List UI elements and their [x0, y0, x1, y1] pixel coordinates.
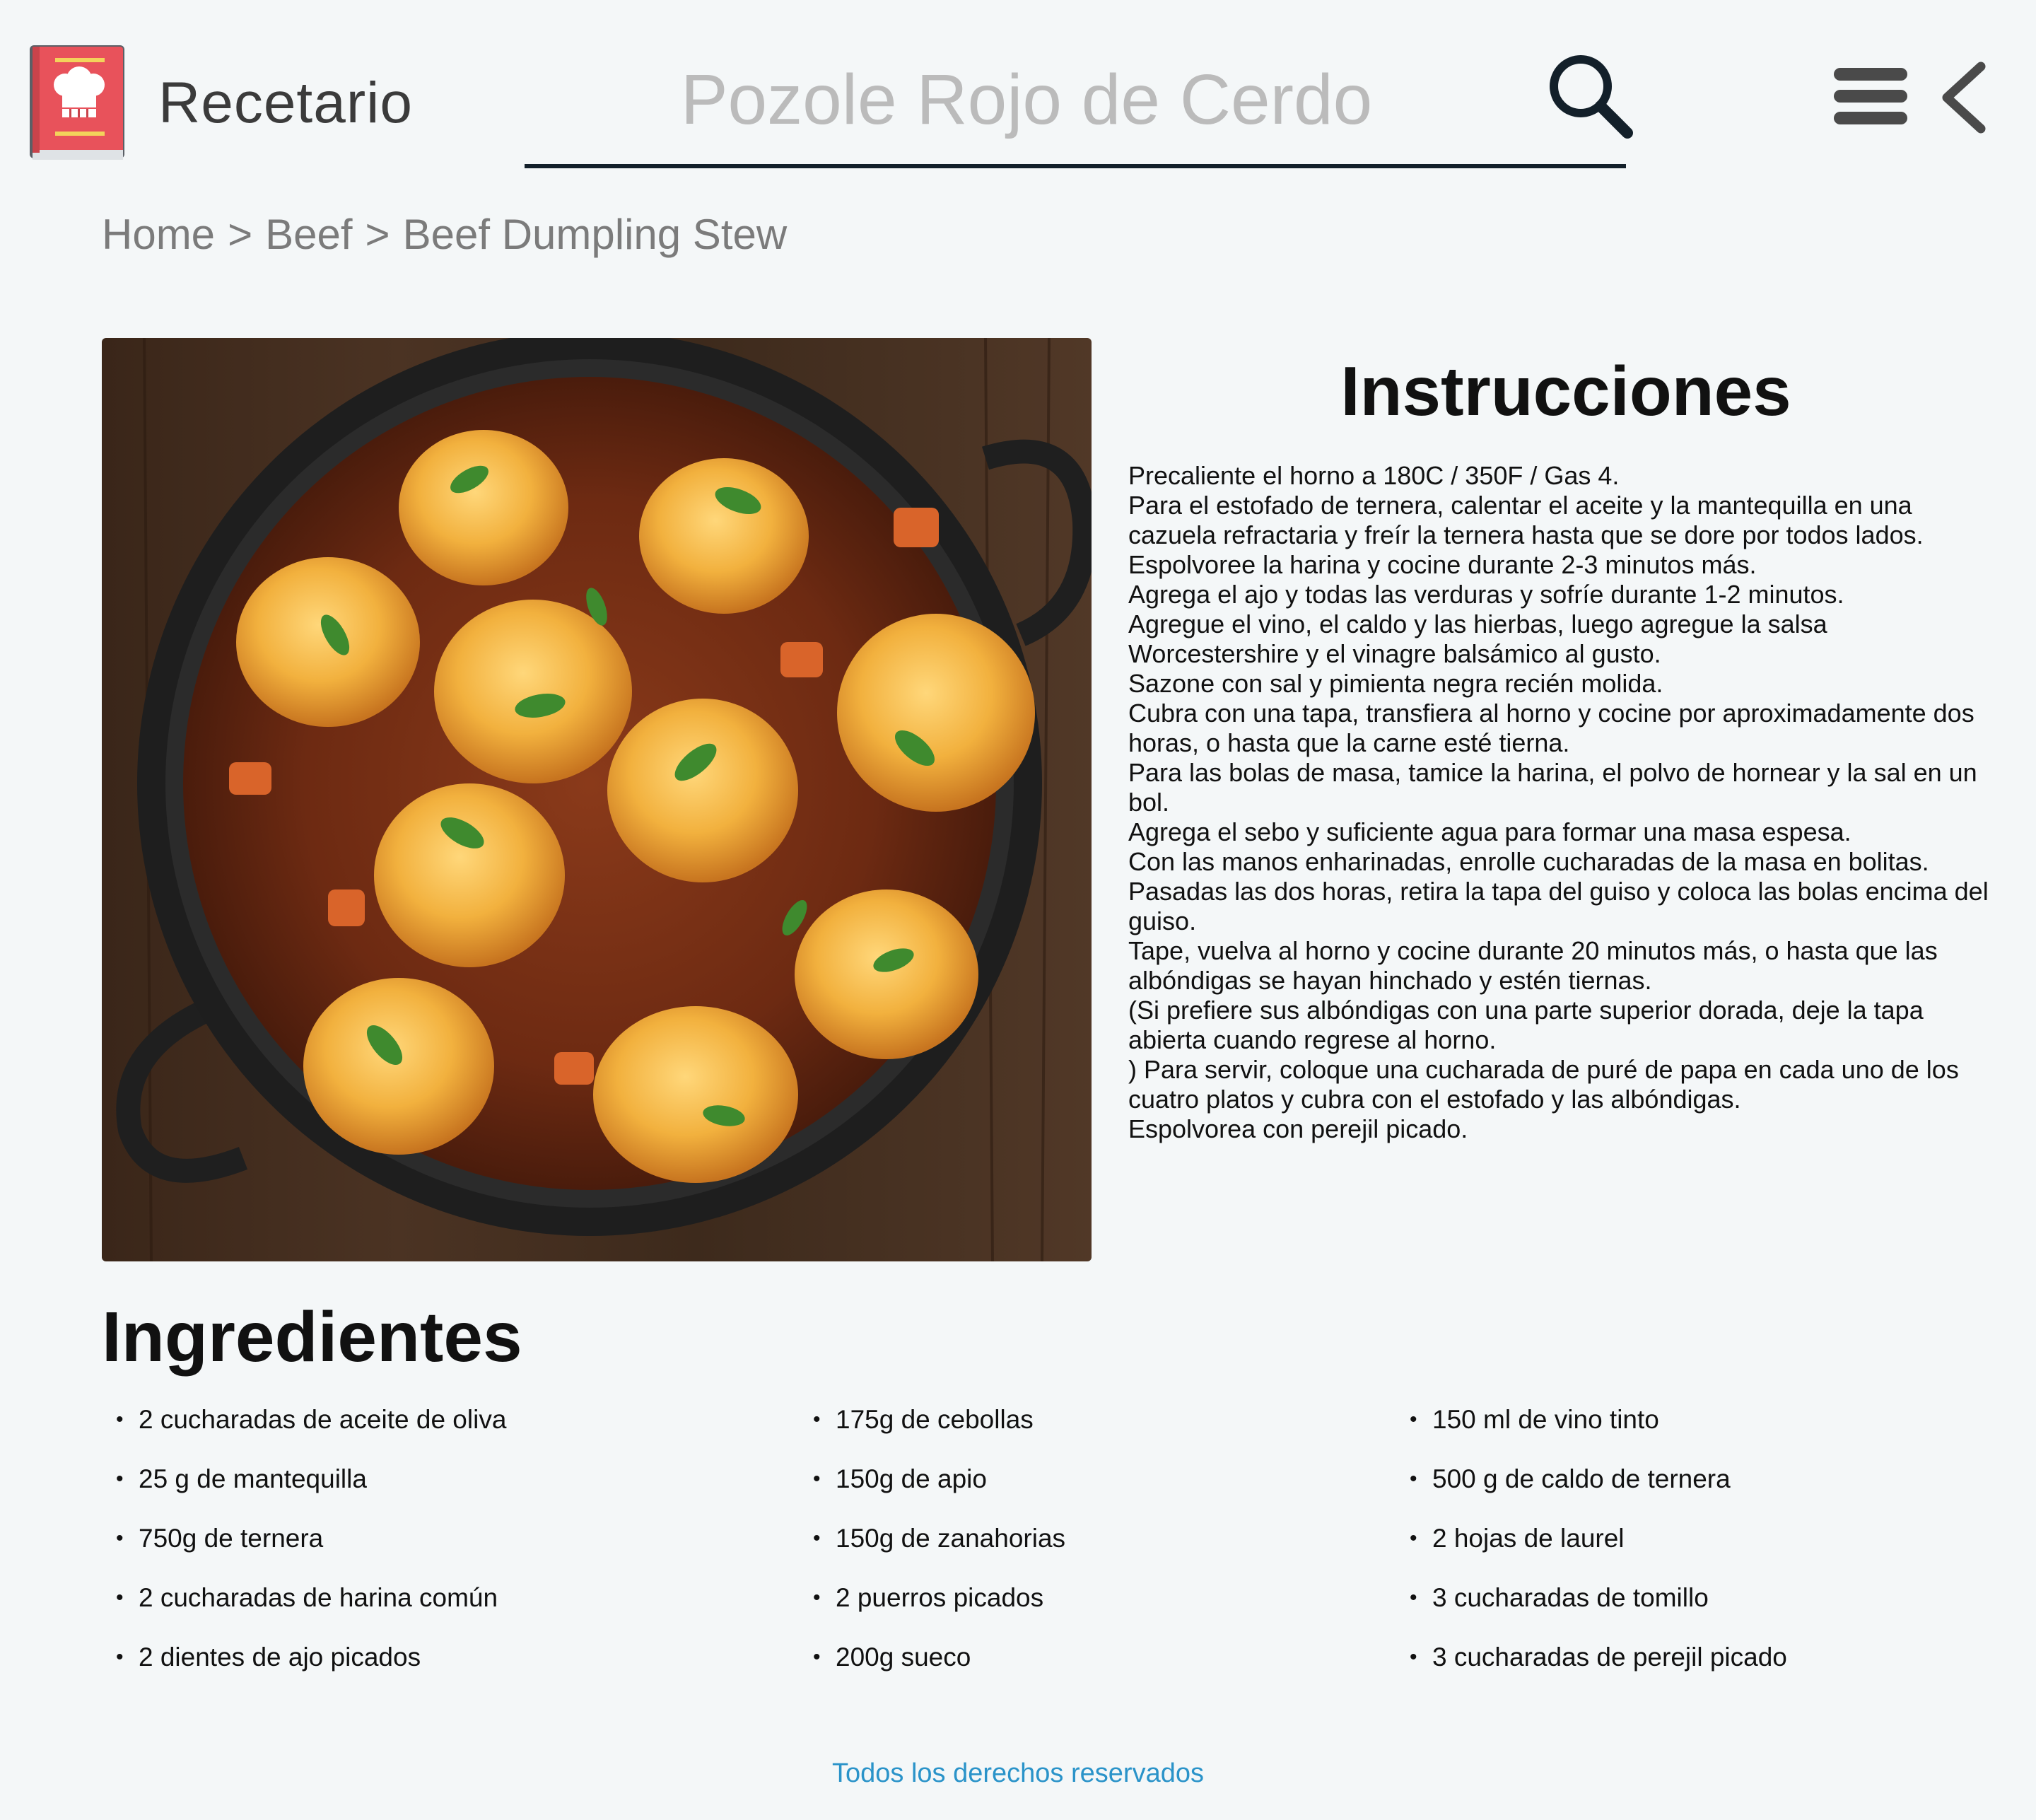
ingredients-column-3: 150 ml de vino tinto 500 g de caldo de t…	[1396, 1404, 1787, 1701]
breadcrumb-home[interactable]: Home	[102, 209, 215, 260]
instruction-step: Pasadas las dos horas, retira la tapa de…	[1128, 877, 1989, 935]
instruction-step: Para las bolas de masa, tamice la harina…	[1128, 758, 1977, 817]
ingredients-column-1: 2 cucharadas de aceite de oliva 25 g de …	[102, 1404, 506, 1701]
chevron-left-icon[interactable]	[1937, 61, 1994, 134]
ingredient-item: 750g de ternera	[102, 1523, 506, 1582]
instruction-step: Agregue el vino, el caldo y las hierbas,…	[1128, 609, 1827, 668]
instruction-step: (Si prefiere sus albóndigas con una part…	[1128, 996, 1924, 1054]
breadcrumb-current: Beef Dumpling Stew	[402, 211, 788, 258]
ingredient-item: 150g de zanahorias	[799, 1523, 1065, 1582]
footer-copyright: Todos los derechos reservados	[832, 1758, 1204, 1788]
search-input[interactable]	[525, 54, 1528, 146]
instruction-step: Precaliente el horno a 180C / 350F / Gas…	[1128, 461, 1620, 490]
ingredient-item: 2 cucharadas de aceite de oliva	[102, 1404, 506, 1464]
ingredient-item: 25 g de mantequilla	[102, 1464, 506, 1523]
breadcrumb-separator: >	[365, 211, 390, 258]
instruction-step: Sazone con sal y pimienta negra recién m…	[1128, 669, 1663, 698]
cookbook-logo-icon[interactable]	[28, 44, 126, 164]
instruction-step: ) Para servir, coloque una cucharada de …	[1128, 1055, 1959, 1114]
breadcrumb: Home > Beef > Beef Dumpling Stew	[102, 209, 787, 260]
breadcrumb-beef[interactable]: Beef	[265, 209, 352, 260]
recipe-page: Recetario Home > Beef > Beef Dumpling St…	[0, 0, 2036, 1820]
ingredient-item: 200g sueco	[799, 1642, 1065, 1701]
hamburger-menu-icon[interactable]	[1834, 65, 1907, 127]
recipe-photo	[102, 338, 1092, 1261]
ingredient-item: 3 cucharadas de tomillo	[1396, 1582, 1787, 1642]
search-bar	[525, 40, 1633, 168]
ingredient-item: 2 hojas de laurel	[1396, 1523, 1787, 1582]
ingredients-title: Ingredientes	[102, 1297, 522, 1377]
instruction-step: Espolvorea con perejil picado.	[1128, 1114, 1468, 1143]
instruction-step: Espolvoree la harina y cocine durante 2-…	[1128, 550, 1757, 579]
ingredient-item: 150g de apio	[799, 1464, 1065, 1523]
ingredient-item: 150 ml de vino tinto	[1396, 1404, 1787, 1464]
instructions-body: Precaliente el horno a 180C / 350F / Gas…	[1128, 461, 2005, 1144]
instruction-step: Para el estofado de ternera, calentar el…	[1128, 491, 1924, 549]
ingredient-item: 2 cucharadas de harina común	[102, 1582, 506, 1642]
instructions-title: Instrucciones	[1340, 352, 1791, 430]
ingredients-column-2: 175g de cebollas 150g de apio 150g de za…	[799, 1404, 1065, 1701]
ingredient-item: 3 cucharadas de perejil picado	[1396, 1642, 1787, 1701]
instruction-step: Cubra con una tapa, transfiera al horno …	[1128, 699, 1974, 757]
instruction-step: Agrega el sebo y suficiente agua para fo…	[1128, 817, 1851, 846]
ingredient-item: 2 puerros picados	[799, 1582, 1065, 1642]
ingredient-item: 500 g de caldo de ternera	[1396, 1464, 1787, 1523]
app-title: Recetario	[158, 71, 413, 135]
search-icon[interactable]	[1544, 49, 1636, 141]
breadcrumb-separator: >	[228, 211, 253, 258]
ingredient-item: 2 dientes de ajo picados	[102, 1642, 506, 1701]
instruction-step: Tape, vuelva al horno y cocine durante 2…	[1128, 936, 1938, 995]
instruction-step: Con las manos enharinadas, enrolle cucha…	[1128, 847, 1929, 876]
ingredient-item: 175g de cebollas	[799, 1404, 1065, 1464]
instruction-step: Agrega el ajo y todas las verduras y sof…	[1128, 580, 1844, 609]
